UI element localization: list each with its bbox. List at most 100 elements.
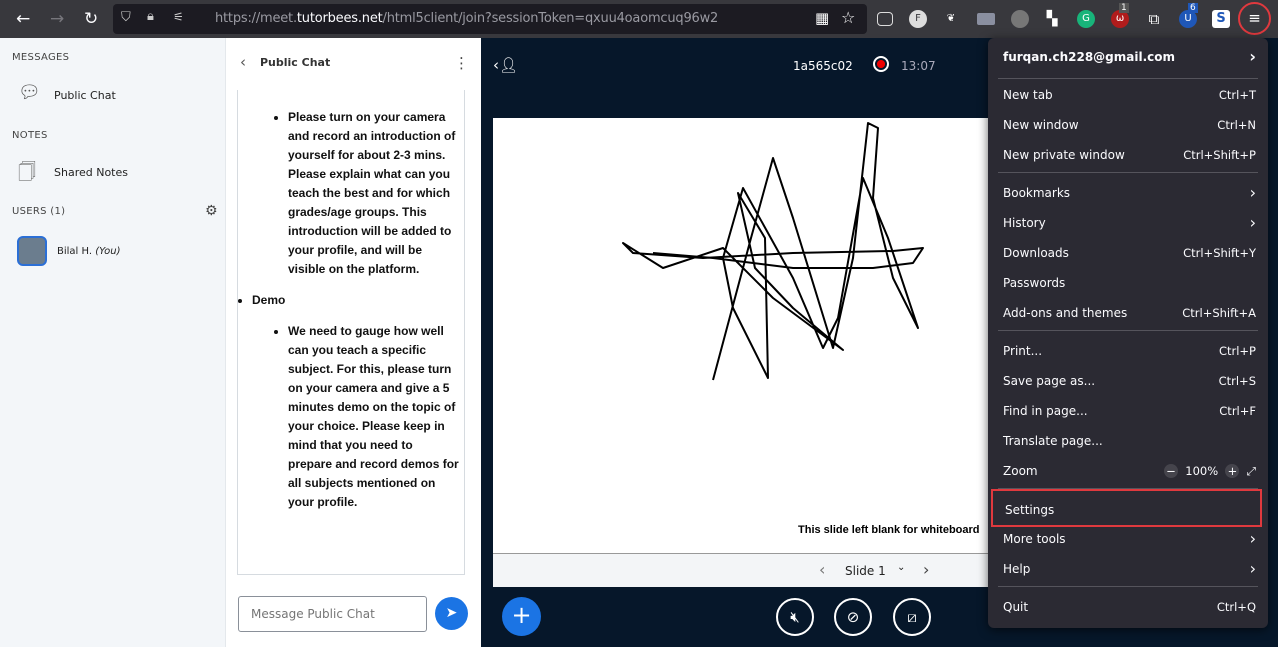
- message-input[interactable]: [238, 596, 427, 632]
- zoom-level: 100%: [1185, 464, 1219, 478]
- menu-item-shortcut: Ctrl+N: [1217, 118, 1256, 132]
- extensions-puzzle-icon[interactable]: ⧉: [1145, 10, 1163, 28]
- extension-circle-icon[interactable]: [1011, 10, 1029, 28]
- menu-item-add-ons-and-themes[interactable]: Add-ons and themes Ctrl+Shift+A: [1003, 299, 1256, 327]
- chat-messages: Please turn on your camera and record an…: [237, 90, 465, 575]
- next-slide-button[interactable]: ›: [923, 560, 929, 579]
- sidebar: MESSAGES 💬︎ Public Chat NOTES 🗍 Shared N…: [0, 38, 226, 647]
- menu-item-label: New window: [1003, 118, 1079, 132]
- sidebar-item-shared-notes[interactable]: 🗍 Shared Notes: [0, 156, 225, 190]
- fullscreen-icon[interactable]: ⤢: [1247, 464, 1256, 478]
- avatar: [17, 236, 47, 266]
- menu-item-new-tab[interactable]: New tab Ctrl+T: [1003, 81, 1256, 109]
- menu-item-label: Downloads: [1003, 246, 1069, 260]
- forward-icon[interactable]: →: [50, 9, 64, 29]
- actions-plus-button[interactable]: +: [502, 597, 541, 636]
- extension-f-icon[interactable]: F: [909, 10, 927, 28]
- pocket-icon[interactable]: [877, 12, 893, 26]
- slide-controls: ‹ Slide 1 ⌄ ›: [493, 553, 993, 587]
- record-icon[interactable]: [873, 56, 889, 72]
- menu-item-save-page-as[interactable]: Save page as... Ctrl+S: [1003, 367, 1256, 395]
- menu-item-shortcut: Ctrl+Q: [1216, 600, 1256, 614]
- sidebar-item-public-chat[interactable]: 💬︎ Public Chat: [0, 78, 225, 114]
- extension-grid-icon[interactable]: ▚: [1043, 10, 1061, 28]
- menu-item-print[interactable]: Print... Ctrl+P: [1003, 337, 1256, 365]
- menu-item-zoom[interactable]: Zoom − 100% + ⤢: [1003, 457, 1256, 485]
- menu-item-shortcut: − 100% + ⤢: [1163, 457, 1256, 485]
- menu-item-translate-page[interactable]: Translate page...: [1003, 427, 1256, 455]
- ublock-badge: 1: [1119, 3, 1129, 13]
- chat-list-item: Demo: [252, 291, 464, 310]
- menu-item-shortcut: ›: [1249, 183, 1256, 202]
- url-text[interactable]: https://meet.tutorbees.net/html5client/j…: [215, 11, 718, 26]
- app-menu-button[interactable]: ≡: [1238, 2, 1271, 35]
- send-button[interactable]: ➤: [435, 597, 468, 630]
- menu-item-new-private-window[interactable]: New private window Ctrl+Shift+P: [1003, 141, 1256, 169]
- chat-list-item: Please turn on your camera and record an…: [288, 108, 460, 279]
- gear-icon[interactable]: ⚙: [205, 203, 218, 219]
- extension-gnome-icon[interactable]: ❦: [942, 10, 960, 28]
- menu-item-shortcut: Ctrl+Shift+P: [1183, 148, 1256, 162]
- menu-item-help[interactable]: Help ›: [1003, 555, 1256, 583]
- url-path: /html5client/join?sessionToken=qxuu4oaom…: [382, 11, 719, 26]
- browser-toolbar: ← → ↻ ⛉ 🔒︎ ⚟ https://meet.tutorbees.net/…: [0, 0, 1278, 38]
- notes-icon: 🗍: [18, 162, 36, 183]
- more-options-icon[interactable]: ⋮: [454, 54, 469, 72]
- whiteboard-drawing: [622, 122, 924, 381]
- menu-item-history[interactable]: History ›: [1003, 209, 1256, 237]
- menu-item-label: Bookmarks: [1003, 186, 1071, 200]
- reload-icon[interactable]: ↻: [84, 9, 98, 29]
- menu-item-new-window[interactable]: New window Ctrl+N: [1003, 111, 1256, 139]
- chat-list: We need to gauge how well can you teach …: [288, 322, 460, 512]
- menu-item-settings[interactable]: Settings: [991, 489, 1262, 527]
- chevron-left-icon[interactable]: ‹: [240, 53, 246, 71]
- notes-heading: NOTES: [12, 130, 48, 141]
- previous-slide-button[interactable]: ‹: [819, 560, 825, 579]
- url-bar[interactable]: ⛉ 🔒︎ ⚟ https://meet.tutorbees.net/html5c…: [113, 4, 867, 34]
- chat-icon: 💬︎: [18, 82, 41, 103]
- chat-list-item: We need to gauge how well can you teach …: [288, 322, 460, 512]
- bookmark-star-icon[interactable]: ☆: [841, 8, 855, 27]
- menu-item-more-tools[interactable]: More tools ›: [1003, 525, 1256, 553]
- shield-icon[interactable]: ⛉: [121, 10, 131, 25]
- menu-item-find-in-page[interactable]: Find in page... Ctrl+F: [1003, 397, 1256, 425]
- whiteboard[interactable]: This slide left blank for whiteboard: [493, 118, 993, 553]
- menu-item-label: More tools: [1003, 532, 1066, 546]
- public-chat-label: Public Chat: [54, 89, 116, 102]
- menu-item-shortcut: ›: [1249, 213, 1256, 232]
- screen-share-button[interactable]: ⧄: [893, 598, 931, 636]
- menu-item-shortcut: Ctrl+Shift+Y: [1183, 246, 1256, 260]
- menu-item-label: Print...: [1003, 344, 1043, 358]
- url-domain: tutorbees.net: [296, 11, 383, 26]
- users-heading: USERS (1): [12, 206, 66, 217]
- menu-item-passwords[interactable]: Passwords: [1003, 269, 1256, 297]
- slide-selector[interactable]: Slide 1: [845, 564, 886, 578]
- menu-item-bookmarks[interactable]: Bookmarks ›: [1003, 179, 1256, 207]
- back-icon[interactable]: ←: [16, 9, 30, 29]
- menu-item-shortcut: Ctrl+T: [1218, 88, 1256, 102]
- menu-item-shortcut: Ctrl+S: [1218, 374, 1256, 388]
- menu-item-label: Find in page...: [1003, 404, 1088, 418]
- menu-item-label: Quit: [1003, 600, 1029, 614]
- menu-item-quit[interactable]: Quit Ctrl+Q: [1003, 593, 1256, 621]
- camera-off-button[interactable]: ⊘: [834, 598, 872, 636]
- chevron-down-icon[interactable]: ⌄: [897, 562, 905, 573]
- permissions-icon[interactable]: ⚟: [173, 10, 184, 24]
- browser-app-menu: furqan.ch228@gmail.com › New tab Ctrl+T New…: [988, 38, 1268, 628]
- zoom-out-button[interactable]: −: [1163, 464, 1178, 478]
- mute-audio-button[interactable]: 🔇︎: [776, 598, 814, 636]
- extension-s-icon[interactable]: S: [1212, 10, 1230, 28]
- menu-item-shortcut: Ctrl+P: [1218, 344, 1256, 358]
- zoom-in-button[interactable]: +: [1225, 464, 1240, 478]
- menu-item-label: Add-ons and themes: [1003, 306, 1128, 320]
- extension-screen-icon[interactable]: [977, 13, 995, 25]
- menu-item-downloads[interactable]: Downloads Ctrl+Shift+Y: [1003, 239, 1256, 267]
- grammarly-icon[interactable]: G: [1077, 10, 1095, 28]
- slide-caption: This slide left blank for whiteboard: [798, 524, 980, 536]
- user-list-toggle-icon[interactable]: ‹👤︎: [493, 56, 518, 74]
- lock-icon[interactable]: 🔒︎: [147, 9, 154, 24]
- menu-account[interactable]: furqan.ch228@gmail.com ›: [1003, 43, 1256, 71]
- user-list-item[interactable]: Bilal H. (You): [0, 234, 225, 270]
- menu-item-label: New tab: [1003, 88, 1053, 102]
- qr-icon[interactable]: ▦: [815, 9, 829, 27]
